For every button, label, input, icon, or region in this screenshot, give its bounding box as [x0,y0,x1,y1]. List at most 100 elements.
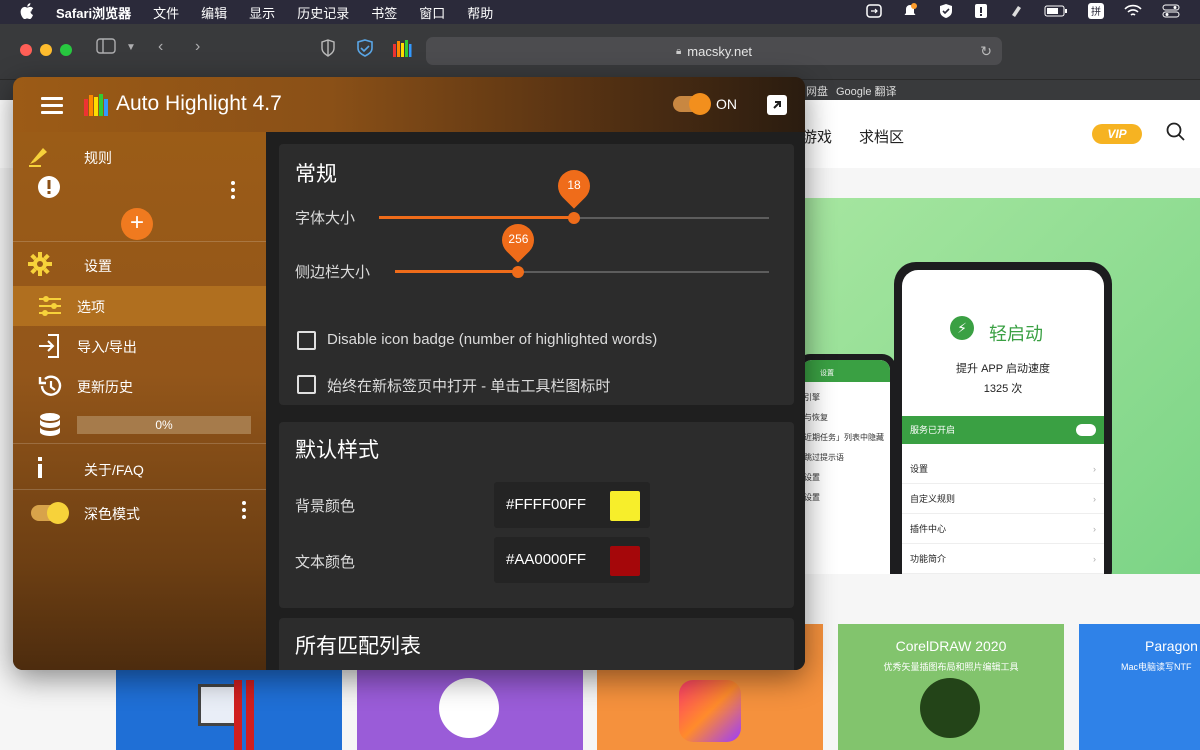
software-card[interactable]: Paragon Mac电脑读写NTF [1079,624,1200,750]
divider [13,241,266,242]
dark-mode-more-icon[interactable] [242,501,246,522]
extension-title: Auto Highlight 4.7 [116,92,282,115]
more-options-icon[interactable] [231,181,235,202]
creative-cloud-icon [679,680,741,742]
back-icon[interactable]: ‹ [158,38,163,56]
bg-color-swatch[interactable] [610,491,640,521]
sidebar: 规则 + 设置 选项 导入/导出 更新历史 0% 关于/FAQ 深色模式 [13,132,266,670]
text-color-swatch[interactable] [610,546,640,576]
sidebar-item-options-label: 选项 [77,299,105,315]
back-phone-row: 设置 [804,493,820,502]
sidebar-item-options[interactable]: 选项 [13,286,266,326]
enable-toggle[interactable] [673,93,711,115]
nav-requests[interactable]: 求档区 [859,126,904,147]
back-phone-row: 引擎 [804,393,820,402]
history-icon [37,373,63,399]
bookmark-item[interactable]: Google 翻译 [836,83,897,99]
usb-app-icon [439,678,499,738]
bookmark-item[interactable]: 网盘 [806,83,828,99]
search-icon[interactable] [1166,122,1186,142]
disable-badge-checkbox[interactable] [297,331,316,350]
menu-edit[interactable]: 编辑 [201,3,227,22]
font-size-label: 字体大小 [295,210,356,227]
font-size-slider-thumb[interactable] [568,212,580,224]
wifi-icon[interactable] [1124,4,1142,21]
sliders-icon [37,293,63,319]
promo-banner[interactable]: 设置 引擎 与恢复 近期任务」列表中隐藏 跳过提示语 设置 设置 ⚡︎ 轻启动 … [796,198,1200,574]
vip-badge[interactable]: VIP [1092,124,1142,144]
divider [13,489,266,490]
service-status-bar: 服务已开启 [902,416,1104,444]
sidebar-item-history[interactable]: 更新历史 [77,377,133,397]
font-size-value: 18 [567,178,581,192]
open-new-tab-checkbox[interactable] [297,375,316,394]
card-subtitle: Mac电脑读写NTF [1121,662,1192,672]
storage-progress-value: 0% [155,418,173,432]
menu-view[interactable]: 显示 [249,3,275,22]
bg-color-value: #FFFF00FF [506,496,587,513]
minimize-window-button[interactable] [40,44,52,56]
match-list-title: 所有匹配列表 [295,635,421,658]
sidebar-item-rules[interactable]: 规则 [84,148,112,168]
database-icon [37,412,63,438]
open-new-tab-label: 始终在新标签页中打开 - 单击工具栏图标时 [327,378,611,395]
sidebar-toggle-icon[interactable] [96,38,118,59]
storage-progress-bar: 0% [77,416,251,434]
svg-text:拼: 拼 [1091,5,1101,18]
menu-app-name[interactable]: Safari浏览器 [56,3,131,22]
privacy-shield-icon[interactable] [320,39,336,62]
text-color-label: 文本颜色 [295,554,356,571]
back-phone-row: 与恢复 [804,413,828,422]
notification-icon[interactable] [902,2,918,22]
open-in-tab-button[interactable] [767,95,787,115]
text-color-picker[interactable]: #AA0000FF [494,537,650,583]
highlighter-logo-icon [83,91,109,117]
highlighter-icon [27,142,53,168]
close-window-button[interactable] [20,44,32,56]
reload-icon[interactable]: ↻ [980,43,992,60]
phone-menu-row: 设置 › [902,454,1104,484]
sidebar-size-slider-thumb[interactable] [512,266,525,278]
back-phone-header: 设置 [802,360,890,382]
battery-icon[interactable] [1044,5,1068,20]
address-bar[interactable]: 🔒︎ macsky.net ↻ [426,37,1002,65]
auto-highlight-extension-icon[interactable] [392,38,412,63]
menu-history[interactable]: 历史记录 [297,3,349,22]
sidebar-item-import-export[interactable]: 导入/导出 [77,337,137,357]
url-text: macsky.net [687,43,753,59]
mic-icon[interactable] [1008,3,1024,22]
phone-menu-row: 功能简介 › [902,544,1104,574]
bg-color-picker[interactable]: #FFFF00FF [494,482,650,528]
phone-menu-row: 插件中心 › [902,514,1104,544]
general-title: 常规 [295,163,337,186]
nav-games[interactable]: 游戏 [802,126,832,147]
dark-mode-toggle[interactable] [31,502,69,524]
menu-file[interactable]: 文件 [153,3,179,22]
sync-icon[interactable] [866,3,882,21]
menu-help[interactable]: 帮助 [467,3,493,22]
app-subtitle: 提升 APP 启动速度 [956,363,1050,375]
menu-icon[interactable] [41,97,63,114]
chevron-down-icon[interactable]: ▼ [126,42,136,53]
alert-icon[interactable] [974,3,988,22]
software-card[interactable]: CorelDRAW 2020 优秀矢量插图布局和照片编辑工具 [838,624,1064,750]
phone-menu-row: 自定义规则 › [902,484,1104,514]
apple-icon[interactable] [20,2,38,22]
vpn-shield-icon[interactable] [356,39,374,62]
add-rule-button[interactable]: + [121,208,153,240]
sidebar-item-about[interactable]: 关于/FAQ [84,460,144,480]
shield-icon[interactable] [938,3,954,22]
bg-color-label: 背景颜色 [295,498,356,515]
font-size-slider-fill [379,216,574,219]
gear-icon [27,251,53,277]
menu-bookmarks[interactable]: 书签 [371,3,397,22]
options-content: 常规 字体大小 18 侧边栏大小 256 Disable icon badge … [266,132,805,670]
input-method-icon[interactable]: 拼 [1088,2,1104,22]
zoom-window-button[interactable] [60,44,72,56]
forward-icon[interactable]: › [195,38,200,56]
menu-window[interactable]: 窗口 [419,3,445,22]
default-style-panel: 默认样式 背景颜色 #FFFF00FF 文本颜色 #AA0000FF [279,422,794,608]
control-center-icon[interactable] [1162,4,1180,21]
sidebar-item-settings[interactable]: 设置 [84,256,112,276]
enable-toggle-label: ON [716,96,737,112]
